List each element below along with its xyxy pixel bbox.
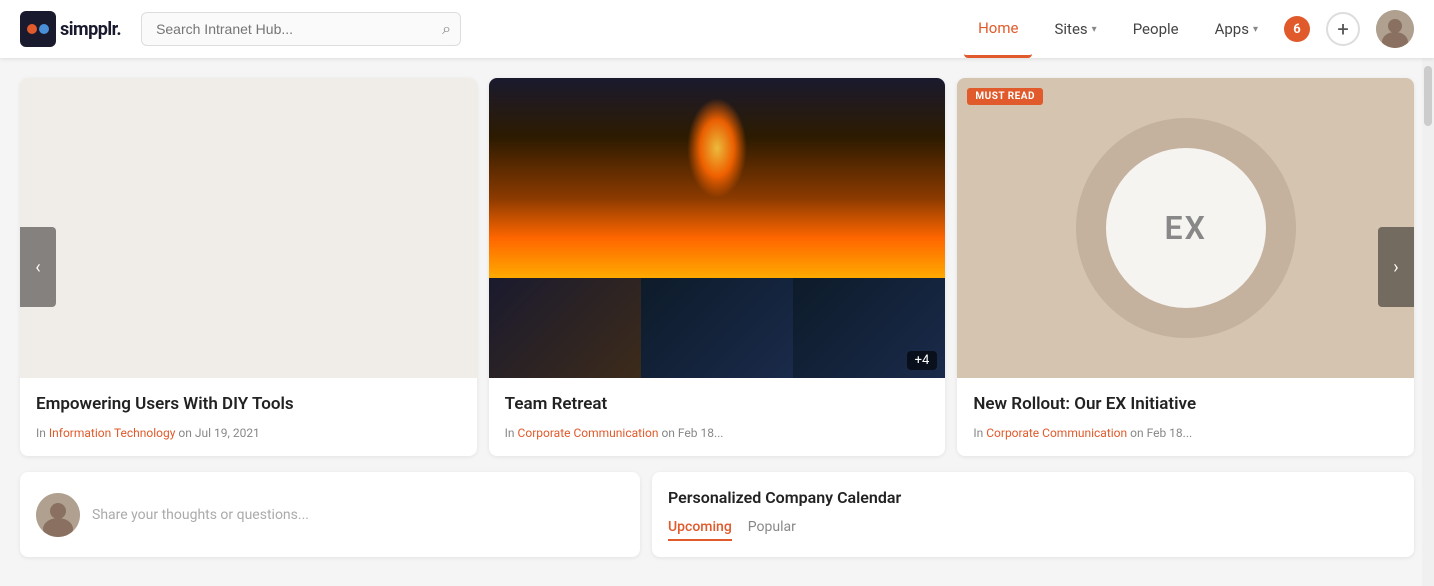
card-meta: In Information Technology on Jul 19, 202… — [36, 426, 461, 440]
carousel: ‹ Empowering Users With DIY Tools In Inf… — [20, 78, 1414, 456]
calendar-box: Personalized Company Calendar Upcoming P… — [652, 472, 1414, 557]
calendar-tab-upcoming[interactable]: Upcoming — [668, 519, 732, 541]
card-body: Team Retreat In Corporate Communication … — [489, 378, 946, 456]
nav-people[interactable]: People — [1119, 0, 1193, 58]
avatar[interactable] — [1376, 10, 1414, 48]
card-meta: In Corporate Communication on Feb 18... — [973, 426, 1398, 440]
carousel-prev-button[interactable]: ‹ — [20, 227, 56, 307]
card-body: New Rollout: Our EX Initiative In Corpor… — [957, 378, 1414, 456]
nav-home[interactable]: Home — [964, 0, 1032, 58]
card-category-link[interactable]: Corporate Communication — [518, 426, 659, 440]
carousel-next-button[interactable]: › — [1378, 227, 1414, 307]
card-ex-initiative: MUST READ EX New Rollout: Our EX Initiat… — [957, 78, 1414, 456]
fire-spark — [687, 98, 747, 198]
create-button[interactable]: + — [1326, 12, 1360, 46]
fire-sub-row: +4 — [489, 278, 946, 378]
calendar-title: Personalized Company Calendar — [668, 488, 1398, 507]
logo[interactable]: simpplr. — [20, 11, 121, 47]
calendar-tabs: Upcoming Popular — [668, 519, 1398, 541]
fire-sub-image-2 — [641, 278, 793, 378]
ex-logo: EX — [1106, 148, 1266, 308]
card-meta: In Corporate Communication on Feb 18... — [505, 426, 930, 440]
fire-main-image — [489, 78, 946, 278]
fire-sub-image-3: +4 — [793, 278, 945, 378]
card-category-link[interactable]: Corporate Communication — [986, 426, 1127, 440]
notification-badge[interactable]: 6 — [1284, 16, 1310, 42]
calendar-tab-popular[interactable]: Popular — [748, 519, 796, 541]
scrollbar-thumb[interactable] — [1424, 66, 1432, 126]
search-input[interactable] — [141, 12, 461, 46]
card-team-retreat: +4 Team Retreat In Corporate Communicati… — [489, 78, 946, 456]
search-wrapper: ⌕ — [141, 12, 461, 46]
fire-sub-image-1 — [489, 278, 641, 378]
apps-chevron-icon: ▾ — [1253, 24, 1258, 35]
card-image-ex: MUST READ EX — [957, 78, 1414, 378]
post-avatar — [36, 493, 80, 537]
card-title: Empowering Users With DIY Tools — [36, 394, 461, 414]
nav-apps[interactable]: Apps ▾ — [1201, 0, 1272, 58]
post-input[interactable]: Share your thoughts or questions... — [92, 507, 624, 523]
card-body: Empowering Users With DIY Tools In Infor… — [20, 378, 477, 456]
card-title: Team Retreat — [505, 394, 930, 414]
image-count-badge: +4 — [907, 351, 938, 370]
card-empowering: Empowering Users With DIY Tools In Infor… — [20, 78, 477, 456]
card-image-fire: +4 — [489, 78, 946, 378]
must-read-badge: MUST READ — [967, 88, 1043, 105]
sites-chevron-icon: ▾ — [1092, 24, 1097, 35]
post-box: Share your thoughts or questions... — [20, 472, 640, 557]
main-content: ‹ Empowering Users With DIY Tools In Inf… — [0, 58, 1434, 557]
logo-text: simpplr. — [60, 19, 121, 40]
navbar: simpplr. ⌕ Home Sites ▾ People Apps ▾ 6 … — [0, 0, 1434, 58]
nav-sites[interactable]: Sites ▾ — [1040, 0, 1110, 58]
card-title: New Rollout: Our EX Initiative — [973, 394, 1398, 414]
bottom-row: Share your thoughts or questions... Pers… — [20, 472, 1414, 557]
card-image-placeholder — [20, 78, 477, 378]
scrollbar-track — [1422, 58, 1434, 586]
ex-circle-bg: EX — [1076, 118, 1296, 338]
nav-links: Home Sites ▾ People Apps ▾ 6 + — [964, 0, 1414, 58]
search-icon: ⌕ — [442, 19, 451, 39]
card-category-link[interactable]: Information Technology — [49, 426, 176, 440]
